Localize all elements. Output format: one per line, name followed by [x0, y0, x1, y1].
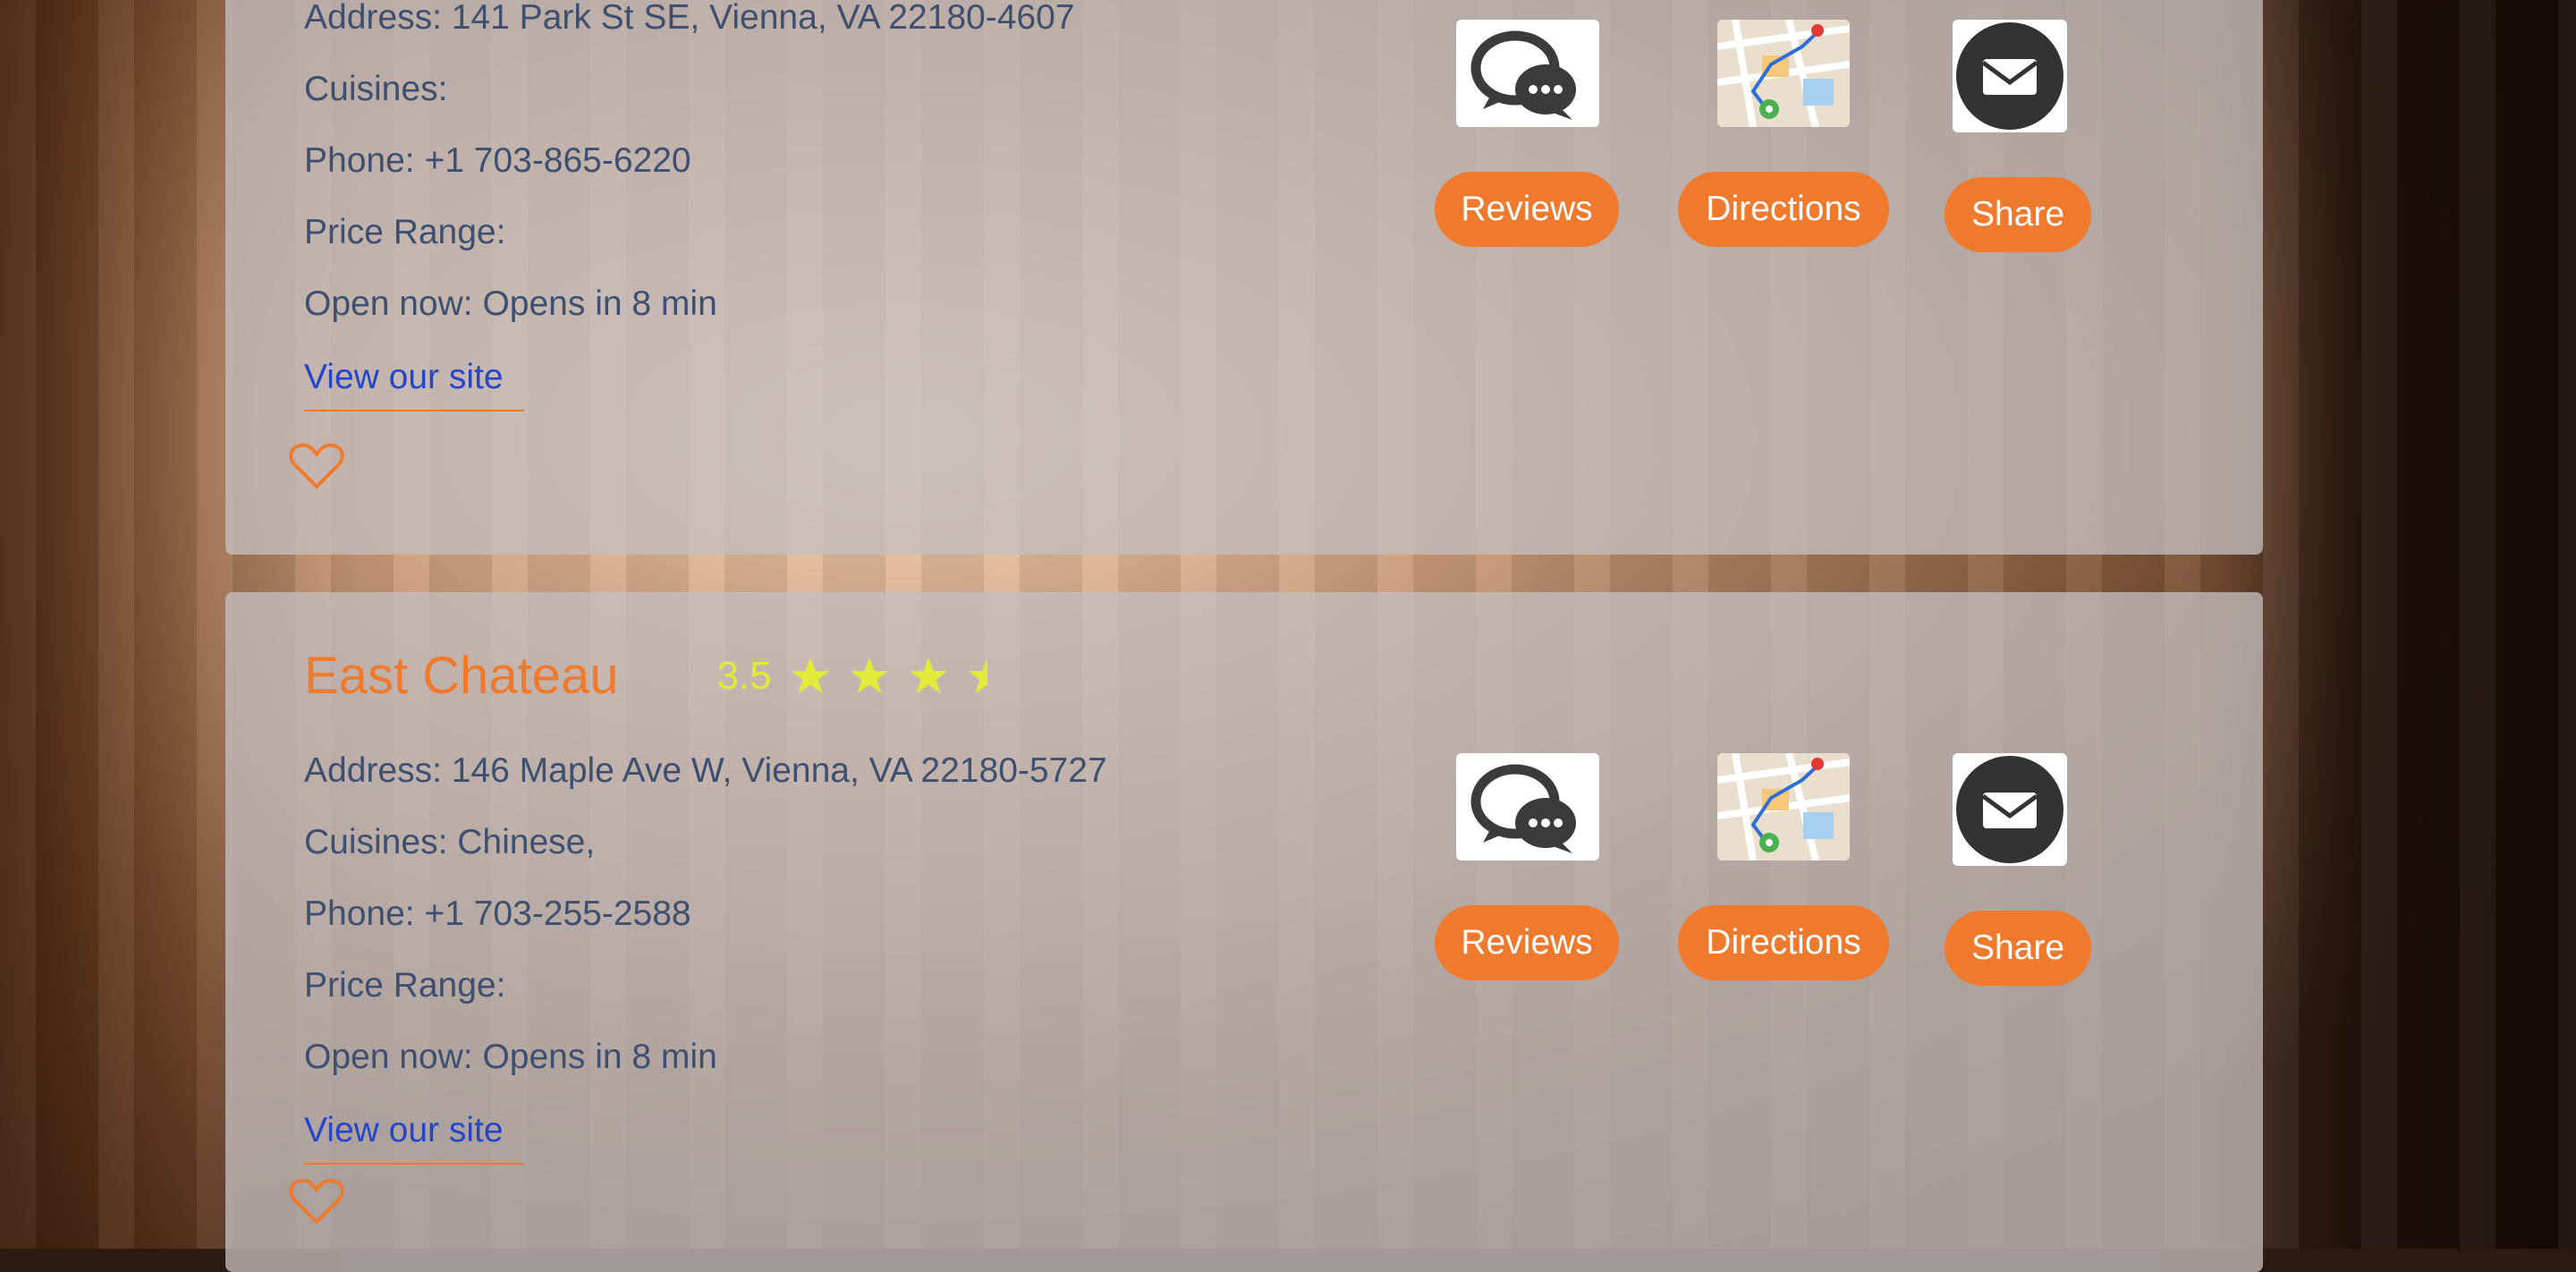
chat-icon[interactable] [1456, 753, 1599, 861]
restaurant-name[interactable]: East Chateau [304, 646, 618, 706]
address-text: Address: 141 Park St SE, Vienna, VA 2218… [304, 0, 1075, 37]
cuisines-text: Cuisines: [304, 70, 448, 108]
star-icon [791, 657, 829, 693]
cuisines-text: Cuisines: Chinese, [304, 823, 596, 861]
view-site-link[interactable]: View our site [304, 358, 524, 411]
map-icon[interactable] [1717, 753, 1850, 861]
restaurant-card: Address: 141 Park St SE, Vienna, VA 2218… [225, 0, 2263, 555]
view-site-link[interactable]: View our site [304, 1111, 524, 1165]
reviews-button[interactable]: Reviews [1435, 905, 1619, 980]
directions-button[interactable]: Directions [1678, 905, 1889, 980]
rating-value: 3.5 [716, 653, 772, 698]
phone-text: Phone: +1 703-865-6220 [304, 141, 691, 180]
heart-icon[interactable] [288, 1175, 345, 1225]
share-button[interactable]: Share [1945, 177, 2091, 252]
share-button[interactable]: Share [1945, 911, 2091, 986]
star-icon [909, 657, 947, 693]
address-text: Address: 146 Maple Ave W, Vienna, VA 221… [304, 751, 1107, 790]
title-row: East Chateau 3.5 [304, 646, 1026, 706]
map-icon[interactable] [1717, 20, 1850, 127]
reviews-button[interactable]: Reviews [1435, 172, 1619, 247]
half-star-icon [968, 657, 987, 693]
rating-stars [790, 656, 1026, 697]
chat-icon[interactable] [1456, 20, 1599, 127]
price-range-text: Price Range: [304, 966, 506, 1005]
directions-button[interactable]: Directions [1678, 172, 1889, 247]
restaurant-card: East Chateau 3.5 Address: 146 Maple Ave … [225, 592, 2263, 1272]
star-icon [850, 657, 888, 693]
mail-icon[interactable] [1953, 20, 2067, 132]
mail-icon[interactable] [1953, 753, 2067, 866]
price-range-text: Price Range: [304, 213, 506, 251]
phone-text: Phone: +1 703-255-2588 [304, 895, 691, 933]
open-status-text: Open now: Opens in 8 min [304, 284, 717, 323]
heart-icon[interactable] [288, 440, 345, 490]
open-status-text: Open now: Opens in 8 min [304, 1038, 717, 1076]
